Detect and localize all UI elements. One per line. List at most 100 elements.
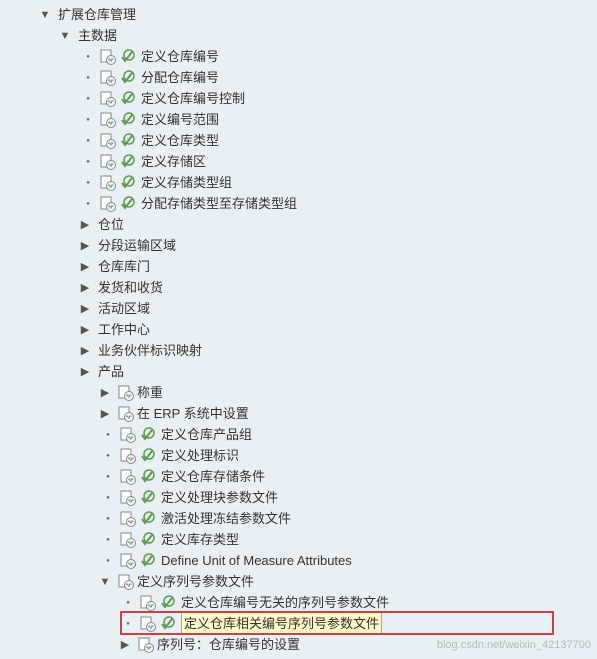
- doc-infinity-icon: [118, 574, 134, 590]
- node-label: 定义编号范围: [141, 109, 219, 130]
- tree-node[interactable]: ▶ 发货和收货: [0, 277, 597, 298]
- tree-node[interactable]: ● 分配存储类型至存储类型组: [0, 193, 597, 214]
- tree-node[interactable]: ●定义仓库编号: [0, 46, 597, 67]
- tree-node[interactable]: ● 定义仓库类型: [0, 130, 597, 151]
- collapse-icon[interactable]: ▼: [38, 8, 52, 22]
- check-activity-icon: [139, 490, 155, 506]
- doc-infinity-icon: [100, 112, 116, 128]
- node-label: 仓位: [98, 214, 124, 235]
- bullet-icon: ●: [104, 473, 112, 481]
- check-activity-icon: [119, 196, 135, 212]
- expand-icon[interactable]: ▶: [78, 239, 92, 253]
- tree-node-seq-parent[interactable]: ▼ 定义序列号参数文件: [0, 571, 597, 592]
- tree-node[interactable]: ● 定义仓库相关编号序列号参数文件: [0, 613, 597, 634]
- tree-node[interactable]: ▶ 分段运输区域: [0, 235, 597, 256]
- tree-node[interactable]: ●定义处理标识: [0, 445, 597, 466]
- doc-infinity-icon: [118, 406, 134, 422]
- node-label: 定义仓库类型: [141, 130, 219, 151]
- expand-icon[interactable]: ▶: [98, 386, 112, 400]
- node-label: 发货和收货: [98, 277, 163, 298]
- node-label: 定义存储区: [141, 151, 206, 172]
- check-activity-icon: [139, 511, 155, 527]
- doc-infinity-icon: [120, 448, 136, 464]
- bullet-icon: ●: [104, 494, 112, 502]
- check-activity-icon: [119, 70, 135, 86]
- node-label: 定义仓库产品组: [161, 424, 252, 445]
- tree-node[interactable]: ●定义仓库存储条件: [0, 466, 597, 487]
- tree-node[interactable]: ● 定义编号范围: [0, 109, 597, 130]
- bullet-icon: ●: [84, 137, 92, 145]
- tree-node[interactable]: ●分配仓库编号: [0, 67, 597, 88]
- node-label: 序列号：仓库编号的设置: [157, 634, 300, 655]
- node-label: 分配存储类型至存储类型组: [141, 193, 297, 214]
- bullet-icon: ●: [84, 179, 92, 187]
- tree-node[interactable]: ● 定义存储区: [0, 151, 597, 172]
- doc-infinity-icon: [120, 490, 136, 506]
- bullet-icon: ●: [124, 620, 132, 628]
- node-label: 激活处理冻结参数文件: [161, 508, 291, 529]
- tree-node[interactable]: ● 定义库存类型: [0, 529, 597, 550]
- doc-infinity-icon: [118, 385, 134, 401]
- tree-node[interactable]: ▶ 业务伙伴标识映射: [0, 340, 597, 361]
- check-activity-icon: [119, 112, 135, 128]
- collapse-icon[interactable]: ▼: [98, 575, 112, 589]
- expand-icon[interactable]: ▶: [78, 218, 92, 232]
- node-label: Define Unit of Measure Attributes: [161, 550, 352, 571]
- tree-node[interactable]: ● 定义仓库编号无关的序列号参数文件: [0, 592, 597, 613]
- check-activity-icon: [119, 175, 135, 191]
- doc-infinity-icon: [100, 49, 116, 65]
- bullet-icon: ●: [84, 200, 92, 208]
- doc-infinity-icon: [100, 133, 116, 149]
- tree-node[interactable]: ▶ 称重: [0, 382, 597, 403]
- expand-icon[interactable]: ▶: [98, 407, 112, 421]
- bullet-icon: ●: [84, 74, 92, 82]
- doc-infinity-icon: [140, 595, 156, 611]
- tree-node[interactable]: ▶ 产品: [0, 361, 597, 382]
- tree-node[interactable]: ▶ 仓位: [0, 214, 597, 235]
- bullet-icon: ●: [124, 599, 132, 607]
- node-label: 定义处理标识: [161, 445, 239, 466]
- expand-icon[interactable]: ▶: [78, 365, 92, 379]
- check-activity-icon: [139, 448, 155, 464]
- expand-icon[interactable]: ▶: [78, 281, 92, 295]
- tree-node[interactable]: ●Define Unit of Measure Attributes: [0, 550, 597, 571]
- tree-node[interactable]: ▶ 活动区域: [0, 298, 597, 319]
- bullet-icon: ●: [84, 95, 92, 103]
- node-label: 在 ERP 系统中设置: [137, 403, 249, 424]
- tree-node-root[interactable]: ▼ 扩展仓库管理: [0, 4, 597, 25]
- doc-infinity-icon: [120, 532, 136, 548]
- tree-node[interactable]: ● 定义仓库编号控制: [0, 88, 597, 109]
- tree-node[interactable]: ●定义仓库产品组: [0, 424, 597, 445]
- node-label: 业务伙伴标识映射: [98, 340, 202, 361]
- bullet-icon: ●: [84, 158, 92, 166]
- node-label: 定义库存类型: [161, 529, 239, 550]
- tree-node-master-data[interactable]: ▼ 主数据: [0, 25, 597, 46]
- check-activity-icon: [139, 427, 155, 443]
- doc-infinity-icon: [100, 91, 116, 107]
- expand-icon[interactable]: ▶: [78, 302, 92, 316]
- tree-node[interactable]: ▶ 在 ERP 系统中设置: [0, 403, 597, 424]
- bullet-icon: ●: [104, 536, 112, 544]
- node-label: 活动区域: [98, 298, 150, 319]
- check-activity-icon: [139, 532, 155, 548]
- tree-node[interactable]: ●激活处理冻结参数文件: [0, 508, 597, 529]
- expand-icon[interactable]: ▶: [78, 344, 92, 358]
- node-label: 产品: [98, 361, 124, 382]
- node-label: 定义序列号参数文件: [137, 571, 254, 592]
- node-label: 定义仓库相关编号序列号参数文件: [181, 612, 382, 635]
- node-label: 定义仓库编号无关的序列号参数文件: [181, 592, 389, 613]
- tree-node[interactable]: ●定义处理块参数文件: [0, 487, 597, 508]
- node-label: 定义仓库编号控制: [141, 88, 245, 109]
- node-label: 称重: [137, 382, 163, 403]
- expand-icon[interactable]: ▶: [118, 638, 132, 652]
- doc-infinity-icon: [100, 196, 116, 212]
- tree-node[interactable]: ▶工作中心: [0, 319, 597, 340]
- sap-img-tree: ▼ 扩展仓库管理 ▼ 主数据 ●定义仓库编号●分配仓库编号●定义仓库编号控制●定…: [0, 0, 597, 659]
- tree-node[interactable]: ●定义存储类型组: [0, 172, 597, 193]
- collapse-icon[interactable]: ▼: [58, 29, 72, 43]
- node-label: 分段运输区域: [98, 235, 176, 256]
- tree-node[interactable]: ▶仓库库门: [0, 256, 597, 277]
- expand-icon[interactable]: ▶: [78, 323, 92, 337]
- bullet-icon: ●: [84, 116, 92, 124]
- expand-icon[interactable]: ▶: [78, 260, 92, 274]
